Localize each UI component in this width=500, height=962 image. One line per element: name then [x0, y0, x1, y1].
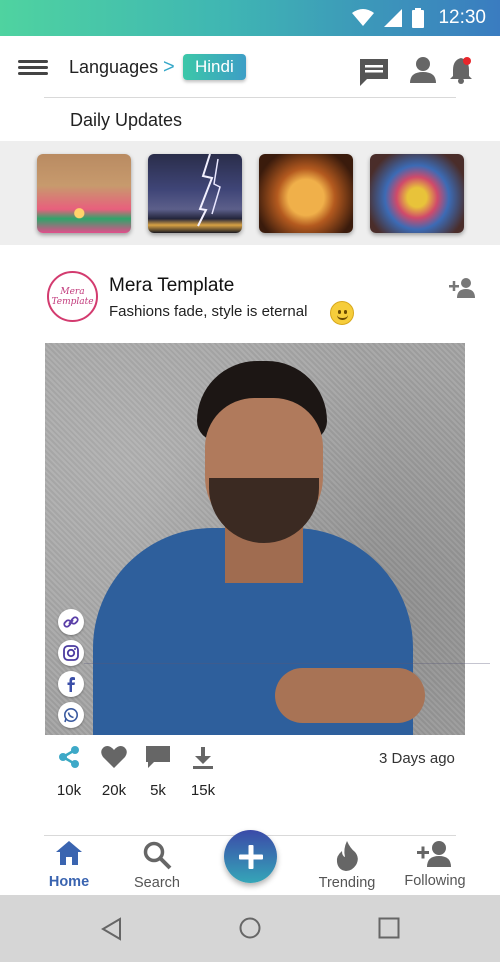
header-divider — [44, 97, 456, 98]
comment-button[interactable]: 5k — [136, 745, 180, 799]
post-time-ago: 3 Days ago — [379, 750, 455, 767]
flame-icon — [336, 841, 358, 871]
share-button[interactable]: 10k — [47, 745, 91, 799]
home-circle-icon[interactable] — [239, 917, 261, 939]
chat-icon[interactable] — [358, 56, 390, 88]
notification-bell-icon[interactable] — [449, 56, 473, 84]
nav-search[interactable]: Search — [133, 840, 181, 891]
story-holi-colors[interactable] — [370, 154, 464, 233]
language-pill-hindi[interactable]: Hindi — [183, 54, 246, 80]
add-person-icon — [417, 841, 451, 867]
status-bar: 12:30 — [0, 0, 500, 36]
story-lightning[interactable] — [148, 154, 242, 233]
like-button[interactable]: 20k — [92, 745, 136, 799]
nav-trending[interactable]: Trending — [316, 840, 378, 891]
nav-search-label: Search — [134, 875, 180, 891]
back-icon[interactable] — [100, 917, 122, 941]
link-icon[interactable] — [58, 609, 84, 635]
battery-icon — [412, 8, 425, 28]
facebook-icon[interactable] — [58, 671, 84, 697]
nav-following[interactable]: Following — [401, 840, 469, 889]
recents-square-icon[interactable] — [378, 917, 400, 939]
comment-icon — [146, 746, 170, 768]
nav-trending-label: Trending — [318, 875, 376, 891]
story-ganesha[interactable] — [259, 154, 353, 233]
nav-following-label: Following — [404, 873, 466, 889]
nav-home-label: Home — [48, 874, 90, 890]
plus-icon — [238, 844, 263, 869]
daily-updates-title: Daily Updates — [70, 110, 183, 130]
instagram-icon[interactable] — [58, 640, 84, 666]
comment-count: 5k — [150, 782, 166, 799]
post-caption: Fashions fade, style is eternal — [109, 303, 308, 320]
download-count: 15k — [190, 782, 216, 799]
follow-user-icon[interactable] — [449, 277, 477, 299]
smiley-emoji-icon — [330, 301, 354, 325]
app-header: Languages > Hindi — [0, 36, 500, 98]
whatsapp-icon[interactable] — [58, 702, 84, 728]
profile-icon[interactable] — [409, 56, 437, 84]
breadcrumb-languages[interactable]: Languages — [69, 57, 158, 78]
status-time: 12:30 — [438, 7, 486, 28]
search-icon — [143, 841, 172, 870]
wifi-icon — [352, 9, 375, 26]
menu-icon[interactable] — [18, 60, 48, 78]
avatar[interactable]: Mera Template — [47, 271, 98, 322]
download-icon — [193, 747, 213, 769]
breadcrumb-separator: > — [163, 56, 175, 78]
create-post-button[interactable] — [224, 830, 277, 883]
nav-home[interactable]: Home — [46, 840, 92, 890]
share-count: 10k — [56, 782, 82, 799]
heart-icon — [101, 746, 127, 768]
post-author-name[interactable]: Mera Template — [109, 275, 234, 297]
cellular-signal-icon — [384, 9, 403, 27]
home-icon — [56, 841, 82, 865]
notification-dot — [463, 57, 471, 65]
like-count: 20k — [101, 782, 127, 799]
lightning-bolt-graphic — [197, 154, 221, 227]
post-image[interactable] — [45, 343, 465, 735]
share-icon — [59, 746, 79, 768]
overlay-line — [84, 663, 490, 664]
story-diya-lamp[interactable] — [37, 154, 131, 233]
system-nav-bar — [0, 895, 500, 962]
share-icons-column — [58, 609, 84, 733]
download-button[interactable]: 15k — [181, 745, 225, 799]
avatar-logo-text: Mera Template — [51, 286, 94, 307]
stories-strip — [0, 141, 500, 245]
